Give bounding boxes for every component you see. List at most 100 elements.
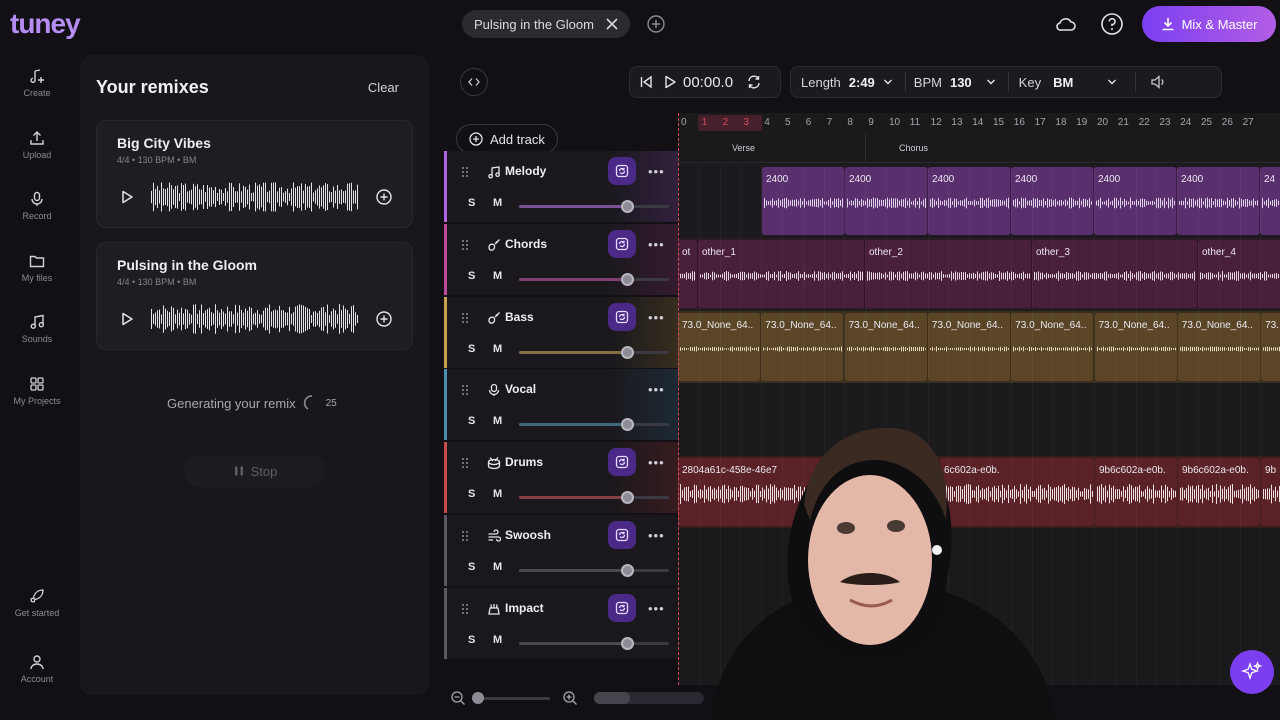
volume-slider[interactable] (519, 418, 669, 431)
clear-button[interactable]: Clear (368, 80, 399, 95)
remix-card[interactable]: Pulsing in the Gloom 4/4 • 130 BPM • BM (96, 242, 413, 350)
volume-slider[interactable] (519, 491, 669, 504)
track-header-bass[interactable]: Bass ••• S M (444, 297, 678, 369)
track-header-drums[interactable]: Drums ••• S M (444, 442, 678, 514)
app-logo[interactable]: tuney (10, 8, 81, 40)
solo-button[interactable]: S (468, 270, 475, 282)
mute-button[interactable]: M (493, 634, 502, 646)
more-options-icon[interactable]: ••• (648, 455, 665, 470)
bpm-value[interactable]: 130 (950, 75, 972, 90)
track-lane[interactable]: ot other_1 other_2 other_3 other_4 (678, 238, 1280, 310)
audio-clip[interactable]: 73.0_None_64.. (1177, 313, 1261, 381)
track-header-melody[interactable]: Melody ••• S M (444, 151, 678, 223)
solo-button[interactable]: S (468, 415, 475, 427)
nav-my-files[interactable]: My files (0, 253, 74, 283)
audio-clip[interactable]: 73.0_None_64.. (761, 313, 845, 381)
volume-slider[interactable] (519, 200, 669, 213)
ai-assistant-button[interactable] (1230, 650, 1274, 694)
audio-clip[interactable]: 2400 (1094, 167, 1177, 235)
nav-sounds[interactable]: Sounds (0, 314, 74, 344)
audio-clip[interactable]: 73. (1261, 313, 1280, 381)
solo-button[interactable]: S (468, 634, 475, 646)
add-circle-icon[interactable] (375, 310, 393, 328)
nav-upload[interactable]: Upload (0, 130, 74, 160)
more-options-icon[interactable]: ••• (648, 310, 665, 325)
remix-card[interactable]: Big City Vibes 4/4 • 130 BPM • BM (96, 120, 413, 228)
volume-slider[interactable] (519, 637, 669, 650)
bar-ruler[interactable]: 0 1 2 3 4 5 6 7 8 9 10 11 12 13 14 15 16 17 18 19 20 21 22 23 24… (678, 113, 1280, 133)
length-value[interactable]: 2:49 (849, 75, 875, 90)
volume-knob[interactable] (621, 491, 634, 504)
mix-master-button[interactable]: Mix & Master (1142, 6, 1276, 42)
nav-record[interactable]: Record (0, 191, 74, 221)
cloud-icon[interactable] (1054, 12, 1078, 36)
more-options-icon[interactable]: ••• (648, 237, 665, 252)
stop-button[interactable]: Stop (184, 455, 326, 487)
zoom-in-icon[interactable] (562, 690, 578, 706)
more-options-icon[interactable]: ••• (648, 382, 665, 397)
track-lane[interactable]: 73.0_None_64.. 73.0_None_64.. 73.0_None_64… (678, 311, 1280, 383)
track-lane[interactable]: 2400 2400 2400 2400 2400 2400 24 (678, 165, 1280, 237)
regenerate-button[interactable] (608, 594, 636, 622)
solo-button[interactable]: S (468, 343, 475, 355)
add-track-button[interactable]: Add track (456, 124, 558, 154)
regenerate-button[interactable] (608, 448, 636, 476)
add-tab-icon[interactable] (646, 14, 666, 34)
chevron-down-icon[interactable] (986, 77, 996, 87)
play-icon[interactable] (663, 75, 677, 89)
audio-clip[interactable]: 9b6c602a-e0b. (1178, 458, 1261, 526)
volume-icon[interactable] (1150, 74, 1166, 90)
horizontal-scrollbar[interactable] (594, 692, 704, 704)
project-tab[interactable]: Pulsing in the Gloom (462, 10, 630, 38)
audio-clip[interactable]: 9b (1261, 458, 1280, 526)
regenerate-button[interactable] (608, 521, 636, 549)
audio-clip[interactable]: other_1 (698, 240, 865, 308)
mute-button[interactable]: M (493, 415, 502, 427)
drag-handle-icon[interactable] (461, 457, 469, 469)
more-options-icon[interactable]: ••• (648, 164, 665, 179)
audio-clip[interactable]: 9b6c602a-e0b. (1095, 458, 1178, 526)
mute-button[interactable]: M (493, 270, 502, 282)
volume-knob[interactable] (621, 418, 634, 431)
zoom-out-icon[interactable] (450, 690, 466, 706)
scrollbar-thumb[interactable] (594, 692, 630, 704)
nav-my-projects[interactable]: My Projects (0, 376, 74, 406)
skip-back-icon[interactable] (639, 75, 653, 89)
audio-clip[interactable]: 2400 (762, 167, 845, 235)
mute-button[interactable]: M (493, 488, 502, 500)
audio-clip[interactable]: other_4 (1198, 240, 1280, 308)
help-icon[interactable] (1100, 12, 1124, 36)
drag-handle-icon[interactable] (461, 384, 469, 396)
zoom-slider[interactable] (474, 697, 550, 700)
mute-button[interactable]: M (493, 561, 502, 573)
track-header-chords[interactable]: Chords ••• S M (444, 224, 678, 296)
solo-button[interactable]: S (468, 488, 475, 500)
more-options-icon[interactable]: ••• (648, 601, 665, 616)
nav-account[interactable]: Account (0, 654, 74, 684)
close-icon[interactable] (604, 16, 620, 32)
audio-clip[interactable]: 73.0_None_64.. (844, 313, 928, 381)
audio-clip[interactable]: 24 (1260, 167, 1280, 235)
audio-clip[interactable]: ot (678, 240, 698, 308)
track-header-impact[interactable]: Impact ••• S M (444, 588, 678, 660)
nav-get-started[interactable]: Get started (0, 588, 74, 618)
key-value[interactable]: BM (1053, 75, 1073, 90)
regenerate-button[interactable] (608, 157, 636, 185)
drag-handle-icon[interactable] (461, 530, 469, 542)
audio-clip[interactable]: 73.0_None_64.. (1094, 313, 1178, 381)
volume-knob[interactable] (621, 346, 634, 359)
volume-slider[interactable] (519, 346, 669, 359)
add-circle-icon[interactable] (375, 188, 393, 206)
play-icon[interactable] (119, 189, 135, 205)
more-options-icon[interactable]: ••• (648, 528, 665, 543)
drag-handle-icon[interactable] (461, 603, 469, 615)
audio-clip[interactable]: 2400 (1011, 167, 1094, 235)
volume-knob[interactable] (621, 273, 634, 286)
collapse-panel-button[interactable] (460, 68, 488, 96)
track-header-swoosh[interactable]: Swoosh ••• S M (444, 515, 678, 587)
regenerate-button[interactable] (608, 303, 636, 331)
volume-knob[interactable] (621, 564, 634, 577)
audio-clip[interactable]: 73.0_None_64.. (927, 313, 1011, 381)
audio-clip[interactable]: other_3 (1032, 240, 1198, 308)
audio-clip[interactable]: 2400 (1177, 167, 1260, 235)
